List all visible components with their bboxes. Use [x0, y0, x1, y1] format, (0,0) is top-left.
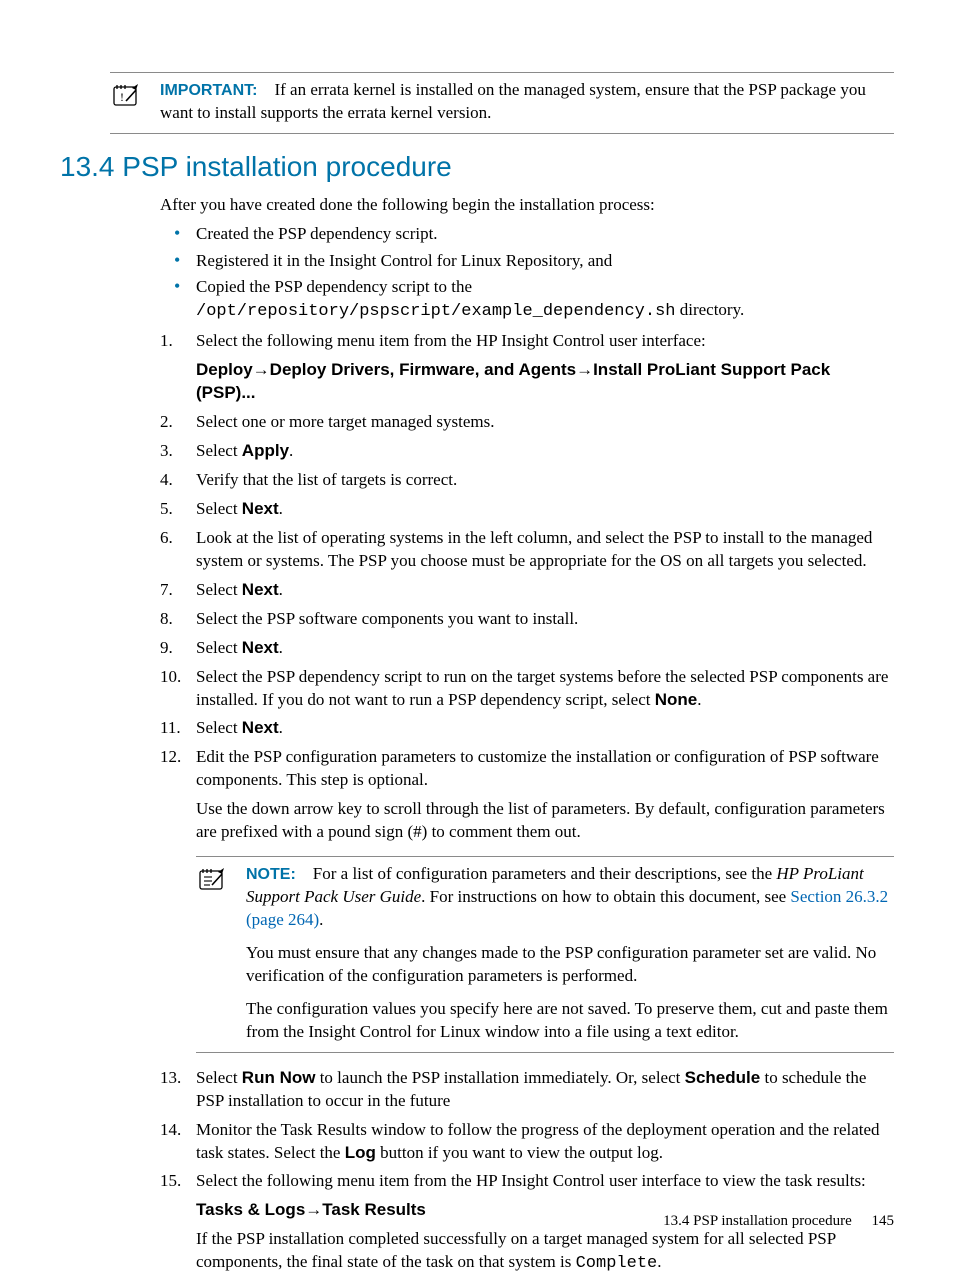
section-body-continued: 13. Select Run Now to launch the PSP ins… [160, 1067, 894, 1276]
step-item: 13. Select Run Now to launch the PSP ins… [160, 1067, 894, 1113]
footer-section-title: 13.4 PSP installation procedure [663, 1213, 852, 1229]
menu-path: Deploy→Deploy Drivers, Firmware, and Age… [196, 359, 894, 405]
list-item: Registered it in the Insight Control for… [160, 250, 894, 273]
footer-page-number: 145 [872, 1213, 895, 1229]
important-text: IMPORTANT: If an errata kernel is instal… [160, 79, 894, 125]
step-item: 5. Select Next. [160, 498, 894, 521]
step-item: 4. Verify that the list of targets is co… [160, 469, 894, 492]
path-text: /opt/repository/pspscript/example_depend… [196, 302, 675, 321]
step-item: 3. Select Apply. [160, 440, 894, 463]
step-item: 2. Select one or more target managed sys… [160, 411, 894, 434]
page-footer: 13.4 PSP installation procedure 145 [663, 1211, 894, 1231]
important-icon: ! [110, 79, 144, 125]
step-item: 6. Look at the list of operating systems… [160, 527, 894, 573]
important-label: IMPORTANT: [160, 82, 257, 99]
note-icon [196, 863, 230, 1044]
step-item: 7. Select Next. [160, 579, 894, 602]
page: ! IMPORTANT: If an errata kernel is inst… [0, 0, 954, 1271]
step-item: 10. Select the PSP dependency script to … [160, 666, 894, 712]
important-callout: ! IMPORTANT: If an errata kernel is inst… [110, 72, 894, 134]
important-body: If an errata kernel is installed on the … [160, 80, 866, 122]
intro-paragraph: After you have created done the followin… [160, 194, 894, 217]
note-callout: NOTE: For a list of configuration parame… [196, 856, 894, 1053]
step-item: 11. Select Next. [160, 717, 894, 740]
step-item: 1. Select the following menu item from t… [160, 330, 894, 405]
step-item: 14. Monitor the Task Results window to f… [160, 1119, 894, 1165]
section-body: After you have created done the followin… [160, 194, 894, 845]
note-text: NOTE: For a list of configuration parame… [246, 863, 894, 1044]
list-item: Copied the PSP dependency script to the … [160, 276, 894, 324]
step-item: 9. Select Next. [160, 637, 894, 660]
section-heading: 13.4 PSP installation procedure [60, 148, 894, 186]
svg-text:!: ! [120, 90, 124, 104]
steps-list: 1. Select the following menu item from t… [160, 330, 894, 844]
step-item: 8. Select the PSP software components yo… [160, 608, 894, 631]
prereq-list: Created the PSP dependency script. Regis… [160, 223, 894, 325]
steps-list-continued: 13. Select Run Now to launch the PSP ins… [160, 1067, 894, 1276]
note-label: NOTE: [246, 866, 296, 883]
list-item: Created the PSP dependency script. [160, 223, 894, 246]
step-item: 12. Edit the PSP configuration parameter… [160, 746, 894, 844]
